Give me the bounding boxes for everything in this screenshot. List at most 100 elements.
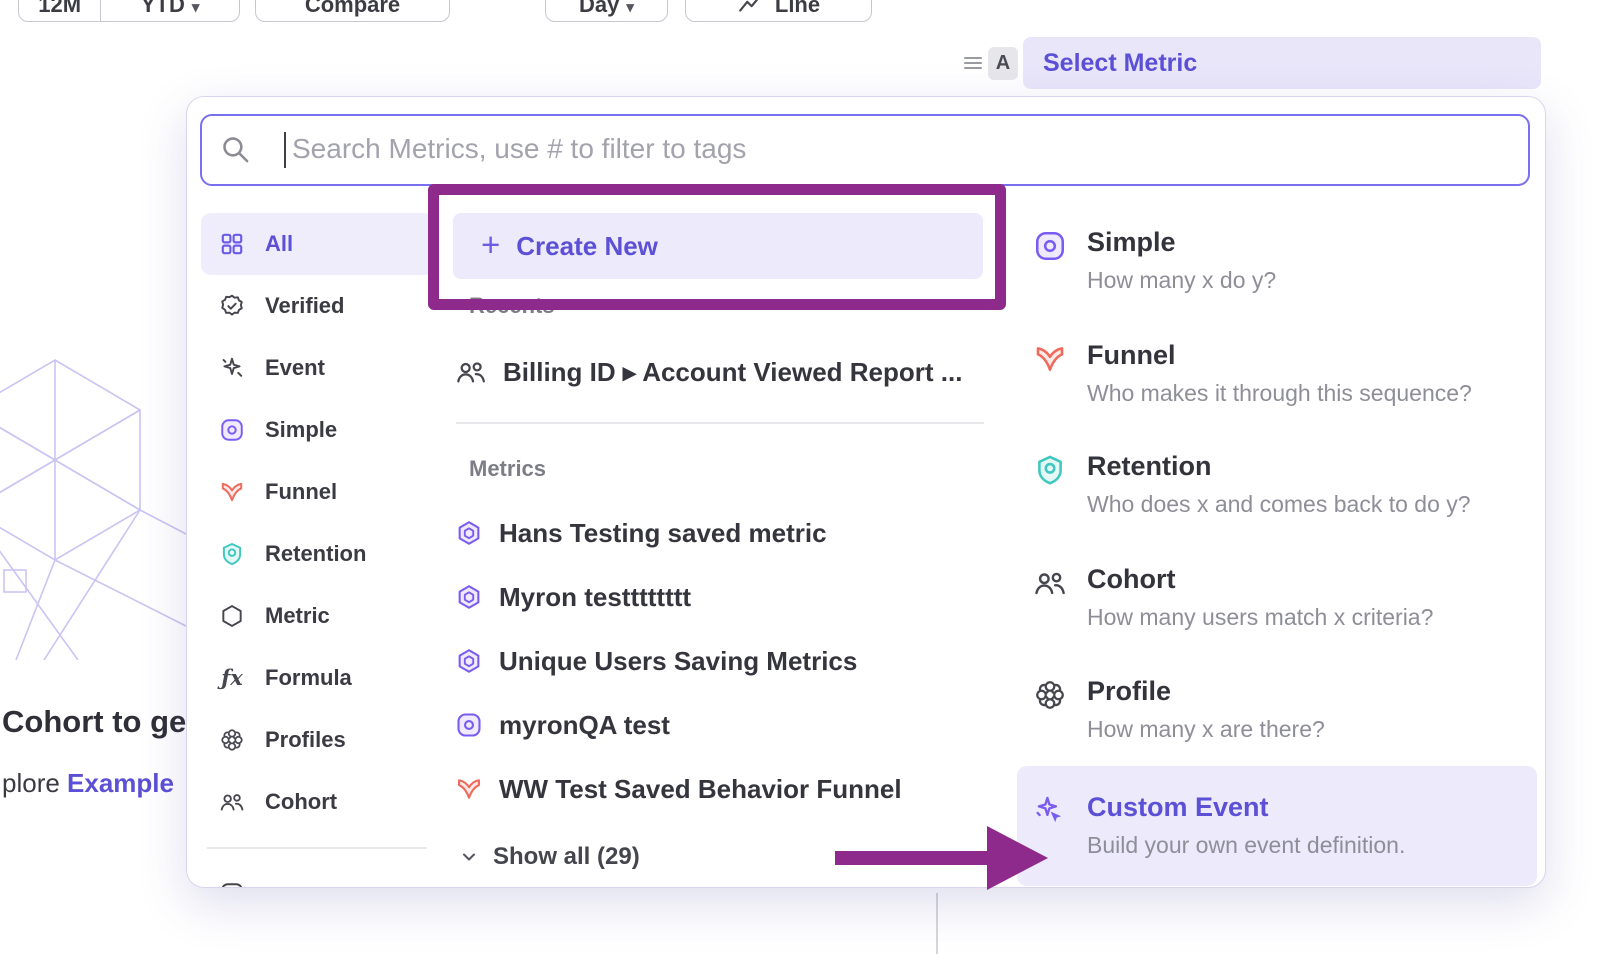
sidebar-item-funnel[interactable]: Funnel — [201, 461, 433, 523]
metric-type-title: Custom Event — [1087, 792, 1405, 823]
funnel-icon — [455, 775, 483, 803]
simple-metric-icon — [1033, 229, 1067, 263]
sidebar-item-label: Formula — [265, 665, 352, 691]
saved-metric-item[interactable]: Hans Testing saved metric — [455, 501, 985, 565]
metric-type-funnel[interactable]: Funnel Who makes it through this sequenc… — [1033, 340, 1533, 407]
sidebar-item-event[interactable]: Event — [201, 337, 433, 399]
empty-state-illustration — [0, 330, 190, 660]
drag-handle-icon[interactable] — [962, 53, 984, 73]
metric-type-profile[interactable]: Profile How many x are there? — [1033, 676, 1533, 743]
range-12m-button[interactable]: 12M — [19, 0, 100, 21]
retention-icon — [219, 541, 245, 567]
sidebar-item-all[interactable]: All — [201, 213, 433, 275]
select-metric-label: Select Metric — [1043, 49, 1197, 78]
chart-type-line-button[interactable]: Line — [685, 0, 872, 22]
funnel-icon — [1033, 342, 1067, 376]
search-input[interactable] — [292, 118, 1512, 180]
people-icon — [219, 789, 245, 815]
simple-metric-icon — [219, 417, 245, 443]
profiles-flower-icon — [219, 727, 245, 753]
show-all-button[interactable]: Show all (29) — [459, 837, 640, 877]
metric-type-retention[interactable]: Retention Who does x and comes back to d… — [1033, 451, 1533, 518]
sidebar-item-formula[interactable]: ƒx Formula — [201, 647, 433, 709]
sidebar-item-label: Verified — [265, 293, 344, 319]
saved-metric-label: Unique Users Saving Metrics — [499, 646, 857, 677]
people-icon — [455, 356, 487, 388]
interval-day-button[interactable]: Day ▾ — [545, 0, 668, 22]
custom-event-icon — [1033, 794, 1067, 828]
section-divider — [456, 422, 984, 424]
metric-type-title: Cohort — [1087, 564, 1433, 595]
saved-metric-item[interactable]: WW Test Saved Behavior Funnel — [455, 757, 985, 821]
sidebar-item-label: All — [265, 231, 293, 257]
saved-metric-item[interactable]: Unique Users Saving Metrics — [455, 629, 985, 693]
saved-metric-label: WW Test Saved Behavior Funnel — [499, 774, 902, 805]
metric-type-title: Profile — [1087, 676, 1325, 707]
saved-metric-item[interactable]: myronQA test — [455, 693, 985, 757]
metric-type-desc: How many x do y? — [1087, 267, 1276, 294]
page-root: 12M YTD ▾ Compare Day ▾ Line A Select Me… — [0, 0, 1616, 954]
date-range-segmented-control: 12M YTD ▾ — [18, 0, 240, 22]
sidebar-item-verified[interactable]: Verified — [201, 275, 433, 337]
line-chart-icon — [737, 0, 763, 17]
recents-heading: Recents — [469, 293, 555, 319]
sidebar-divider — [207, 847, 427, 849]
sidebar-item-label: Cohort — [265, 789, 337, 815]
create-new-label: Create New — [516, 231, 658, 262]
show-all-label: Show all (29) — [493, 843, 640, 871]
sidebar-item-profiles[interactable]: Profiles — [201, 709, 433, 771]
empty-state-heading-fragment: Cohort to ge — [2, 704, 186, 740]
metric-type-title: Retention — [1087, 451, 1471, 482]
people-icon — [1033, 566, 1067, 600]
saved-metrics-list: Hans Testing saved metric Myron testtttt… — [455, 501, 985, 821]
metric-type-desc: How many users match x criteria? — [1087, 604, 1433, 631]
sidebar-item-simple[interactable]: Simple — [201, 399, 433, 461]
range-ytd-button[interactable]: YTD ▾ — [100, 0, 239, 21]
pane-vertical-divider — [936, 893, 938, 954]
chart-type-line-label: Line — [775, 0, 820, 18]
range-12m-label: 12M — [38, 0, 81, 18]
text-cursor — [284, 132, 286, 168]
metric-type-custom-event[interactable]: Custom Event Build your own event defini… — [1017, 766, 1537, 886]
metric-type-title: Simple — [1087, 227, 1276, 258]
metric-type-desc: Who does x and comes back to do y? — [1087, 491, 1471, 518]
recent-item[interactable]: Billing ID ▸ Account Viewed Report ... — [455, 349, 962, 395]
metric-filter-sidebar: All Verified Event Simple Funnel Retenti… — [201, 213, 433, 888]
sidebar-item-metric[interactable]: Metric — [201, 585, 433, 647]
simple-metric-icon — [455, 711, 483, 739]
chevron-down-icon — [459, 847, 479, 867]
metric-type-title: Funnel — [1087, 340, 1472, 371]
interval-day-label: Day — [579, 0, 619, 18]
sidebar-item-partial[interactable] — [201, 863, 433, 889]
saved-metric-label: Myron testttttttt — [499, 582, 691, 613]
compare-button[interactable]: Compare — [255, 0, 450, 22]
sidebar-item-label: Retention — [265, 541, 366, 567]
saved-metric-item[interactable]: Myron testttttttt — [455, 565, 985, 629]
series-letter-badge: A — [988, 47, 1018, 80]
event-spark-icon — [219, 355, 245, 381]
metric-search-box — [200, 114, 1530, 186]
hexagon-metric-icon — [455, 647, 483, 675]
example-link[interactable]: Example — [67, 768, 174, 798]
metric-picker-modal: All Verified Event Simple Funnel Retenti… — [186, 96, 1546, 888]
empty-state-text: plore — [2, 768, 67, 798]
sidebar-item-label: Simple — [265, 417, 337, 443]
grid-icon — [219, 231, 245, 257]
recent-item-label: Billing ID ▸ Account Viewed Report ... — [503, 357, 962, 388]
caret-down-icon: ▾ — [626, 0, 634, 16]
compare-label: Compare — [305, 0, 400, 18]
metric-type-desc: Who makes it through this sequence? — [1087, 380, 1472, 407]
plus-icon: + — [481, 228, 500, 261]
sidebar-item-label: Event — [265, 355, 325, 381]
sidebar-item-cohort[interactable]: Cohort — [201, 771, 433, 833]
create-new-button[interactable]: + Create New — [453, 213, 983, 279]
select-metric-button[interactable]: Select Metric — [1023, 37, 1541, 89]
sidebar-item-retention[interactable]: Retention — [201, 523, 433, 585]
metric-type-cohort[interactable]: Cohort How many users match x criteria? — [1033, 564, 1533, 631]
caret-down-icon: ▾ — [192, 0, 200, 16]
verified-badge-icon — [219, 293, 245, 319]
metric-type-simple[interactable]: Simple How many x do y? — [1033, 227, 1533, 294]
formula-icon: ƒx — [219, 665, 245, 691]
rounded-square-icon — [219, 881, 245, 889]
empty-state-text-fragment: plore Example — [2, 768, 186, 799]
